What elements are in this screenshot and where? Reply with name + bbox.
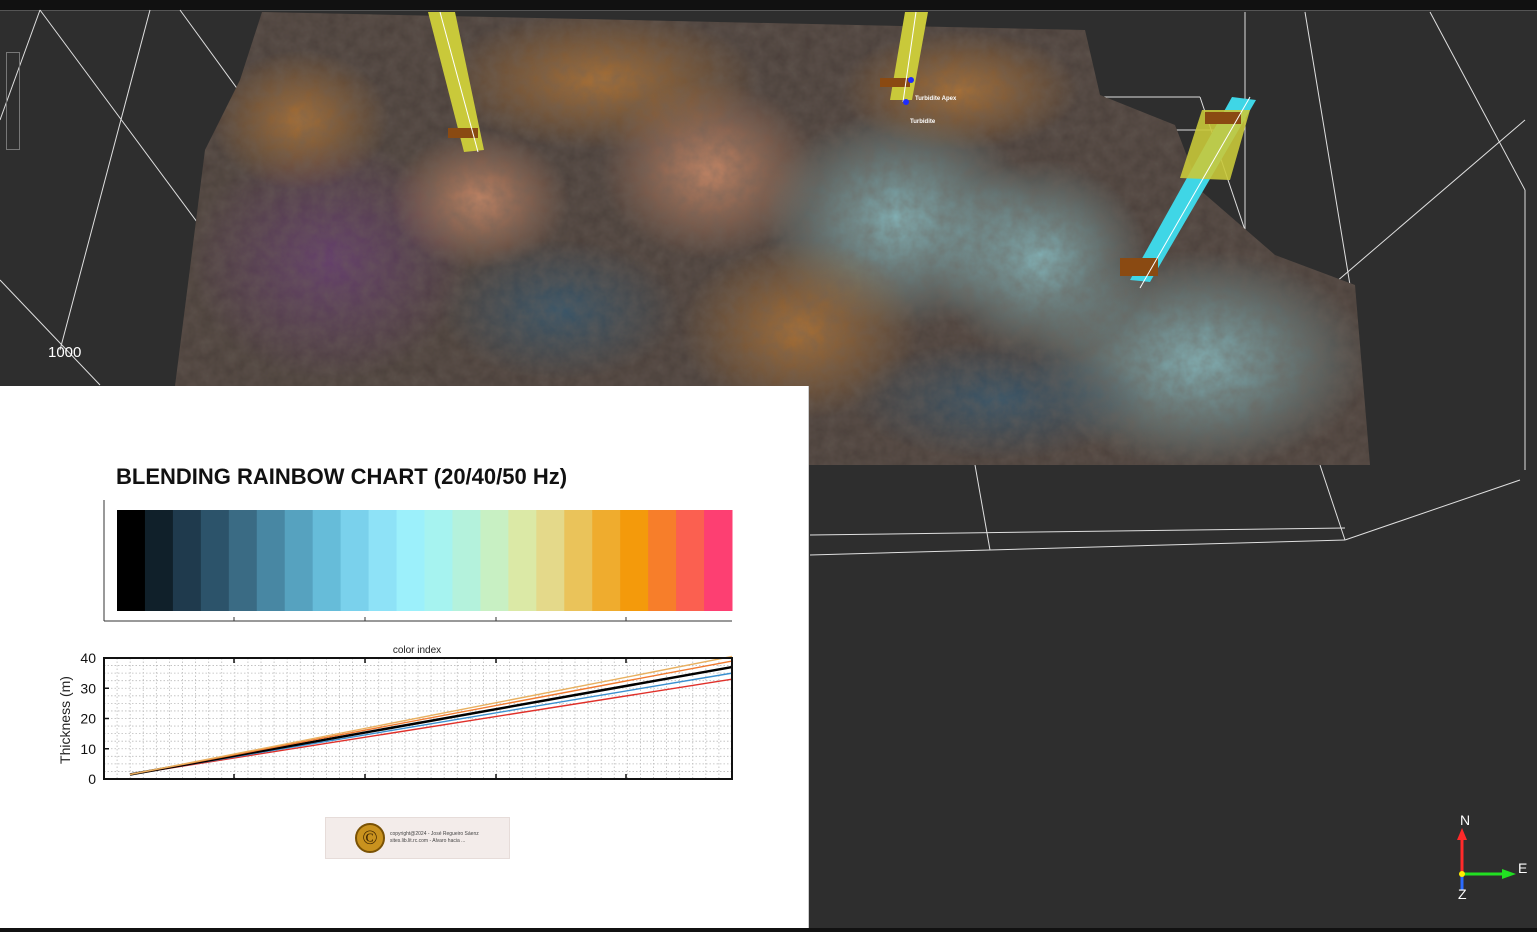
thickness-plot: 0 10 20 30 40 [80,650,733,787]
well-label-turbidite-apex: Turbidite Apex [915,96,957,102]
copyright-icon: © [355,823,385,853]
colorbar-swatch [117,510,146,611]
colorbar-swatch [144,510,174,611]
y-tick-label: 0 [88,771,96,787]
orientation-axis-widget: N E Z [1440,810,1537,910]
colorbar-swatch [256,510,286,611]
colorbar-swatch [704,510,733,611]
east-arrowhead [1502,869,1516,879]
colorbar-swatch [620,510,649,611]
y-tick-label: 30 [80,680,96,696]
colorbar-swatch [340,510,370,611]
colorbar-swatch [480,510,509,611]
colorbar-swatch [312,510,342,611]
colorbar-swatch [424,510,453,611]
y-tick-label: 10 [80,741,96,757]
colorbar-swatch [648,510,677,611]
colorbar-swatch [676,510,705,611]
copyright-line-1: copyright@2024 - José Regueiro Sáenz [390,831,479,837]
north-arrowhead [1457,828,1467,840]
colorbar-swatch [536,510,565,611]
copyright-text: copyright@2024 - José Regueiro Sáenz sit… [390,831,479,845]
well-marker-dot[interactable] [908,77,914,83]
axis-label-n: N [1460,812,1471,828]
copyright-badge: © copyright@2024 - José Regueiro Sáenz s… [325,817,510,859]
colorbar-swatch [368,510,398,611]
y-tick-label: 40 [80,650,96,666]
depth-label: 1000 [48,344,82,361]
colorbar-swatch [172,510,202,611]
colorbar-swatch [452,510,481,611]
axis-origin-dot [1459,871,1465,877]
colorbar-swatch [592,510,621,611]
blending-rainbow-chart-panel: BLENDING RAINBOW CHART (20/40/50 Hz) col… [0,386,809,928]
colorbar-swatch [564,510,593,611]
well-marker-dot[interactable] [903,99,909,105]
side-slider[interactable] [6,52,20,150]
y-tick-label: 20 [80,711,96,727]
colorbar-label: color index [393,645,441,656]
colorbar-swatch [200,510,230,611]
colorbar-swatch [396,510,425,611]
3d-viewport[interactable]: 1000 Turbidite Apex Turbidite BLENDING R… [0,0,1537,932]
axis-label-z: Z [1458,886,1467,902]
well-label-turbidite: Turbidite [910,119,936,125]
y-axis-label: Thickness (m) [57,676,73,764]
axis-label-e: E [1518,860,1528,876]
colorbar-swatch [508,510,537,611]
colorbar-swatch [284,510,314,611]
colorbar-swatch [228,510,258,611]
rainbow-colorbar [117,510,733,621]
viewport-bottom-border [0,928,1537,932]
copyright-line-2: sites.lib.lit.rc.com - Alvaro hacia ... [390,838,466,844]
